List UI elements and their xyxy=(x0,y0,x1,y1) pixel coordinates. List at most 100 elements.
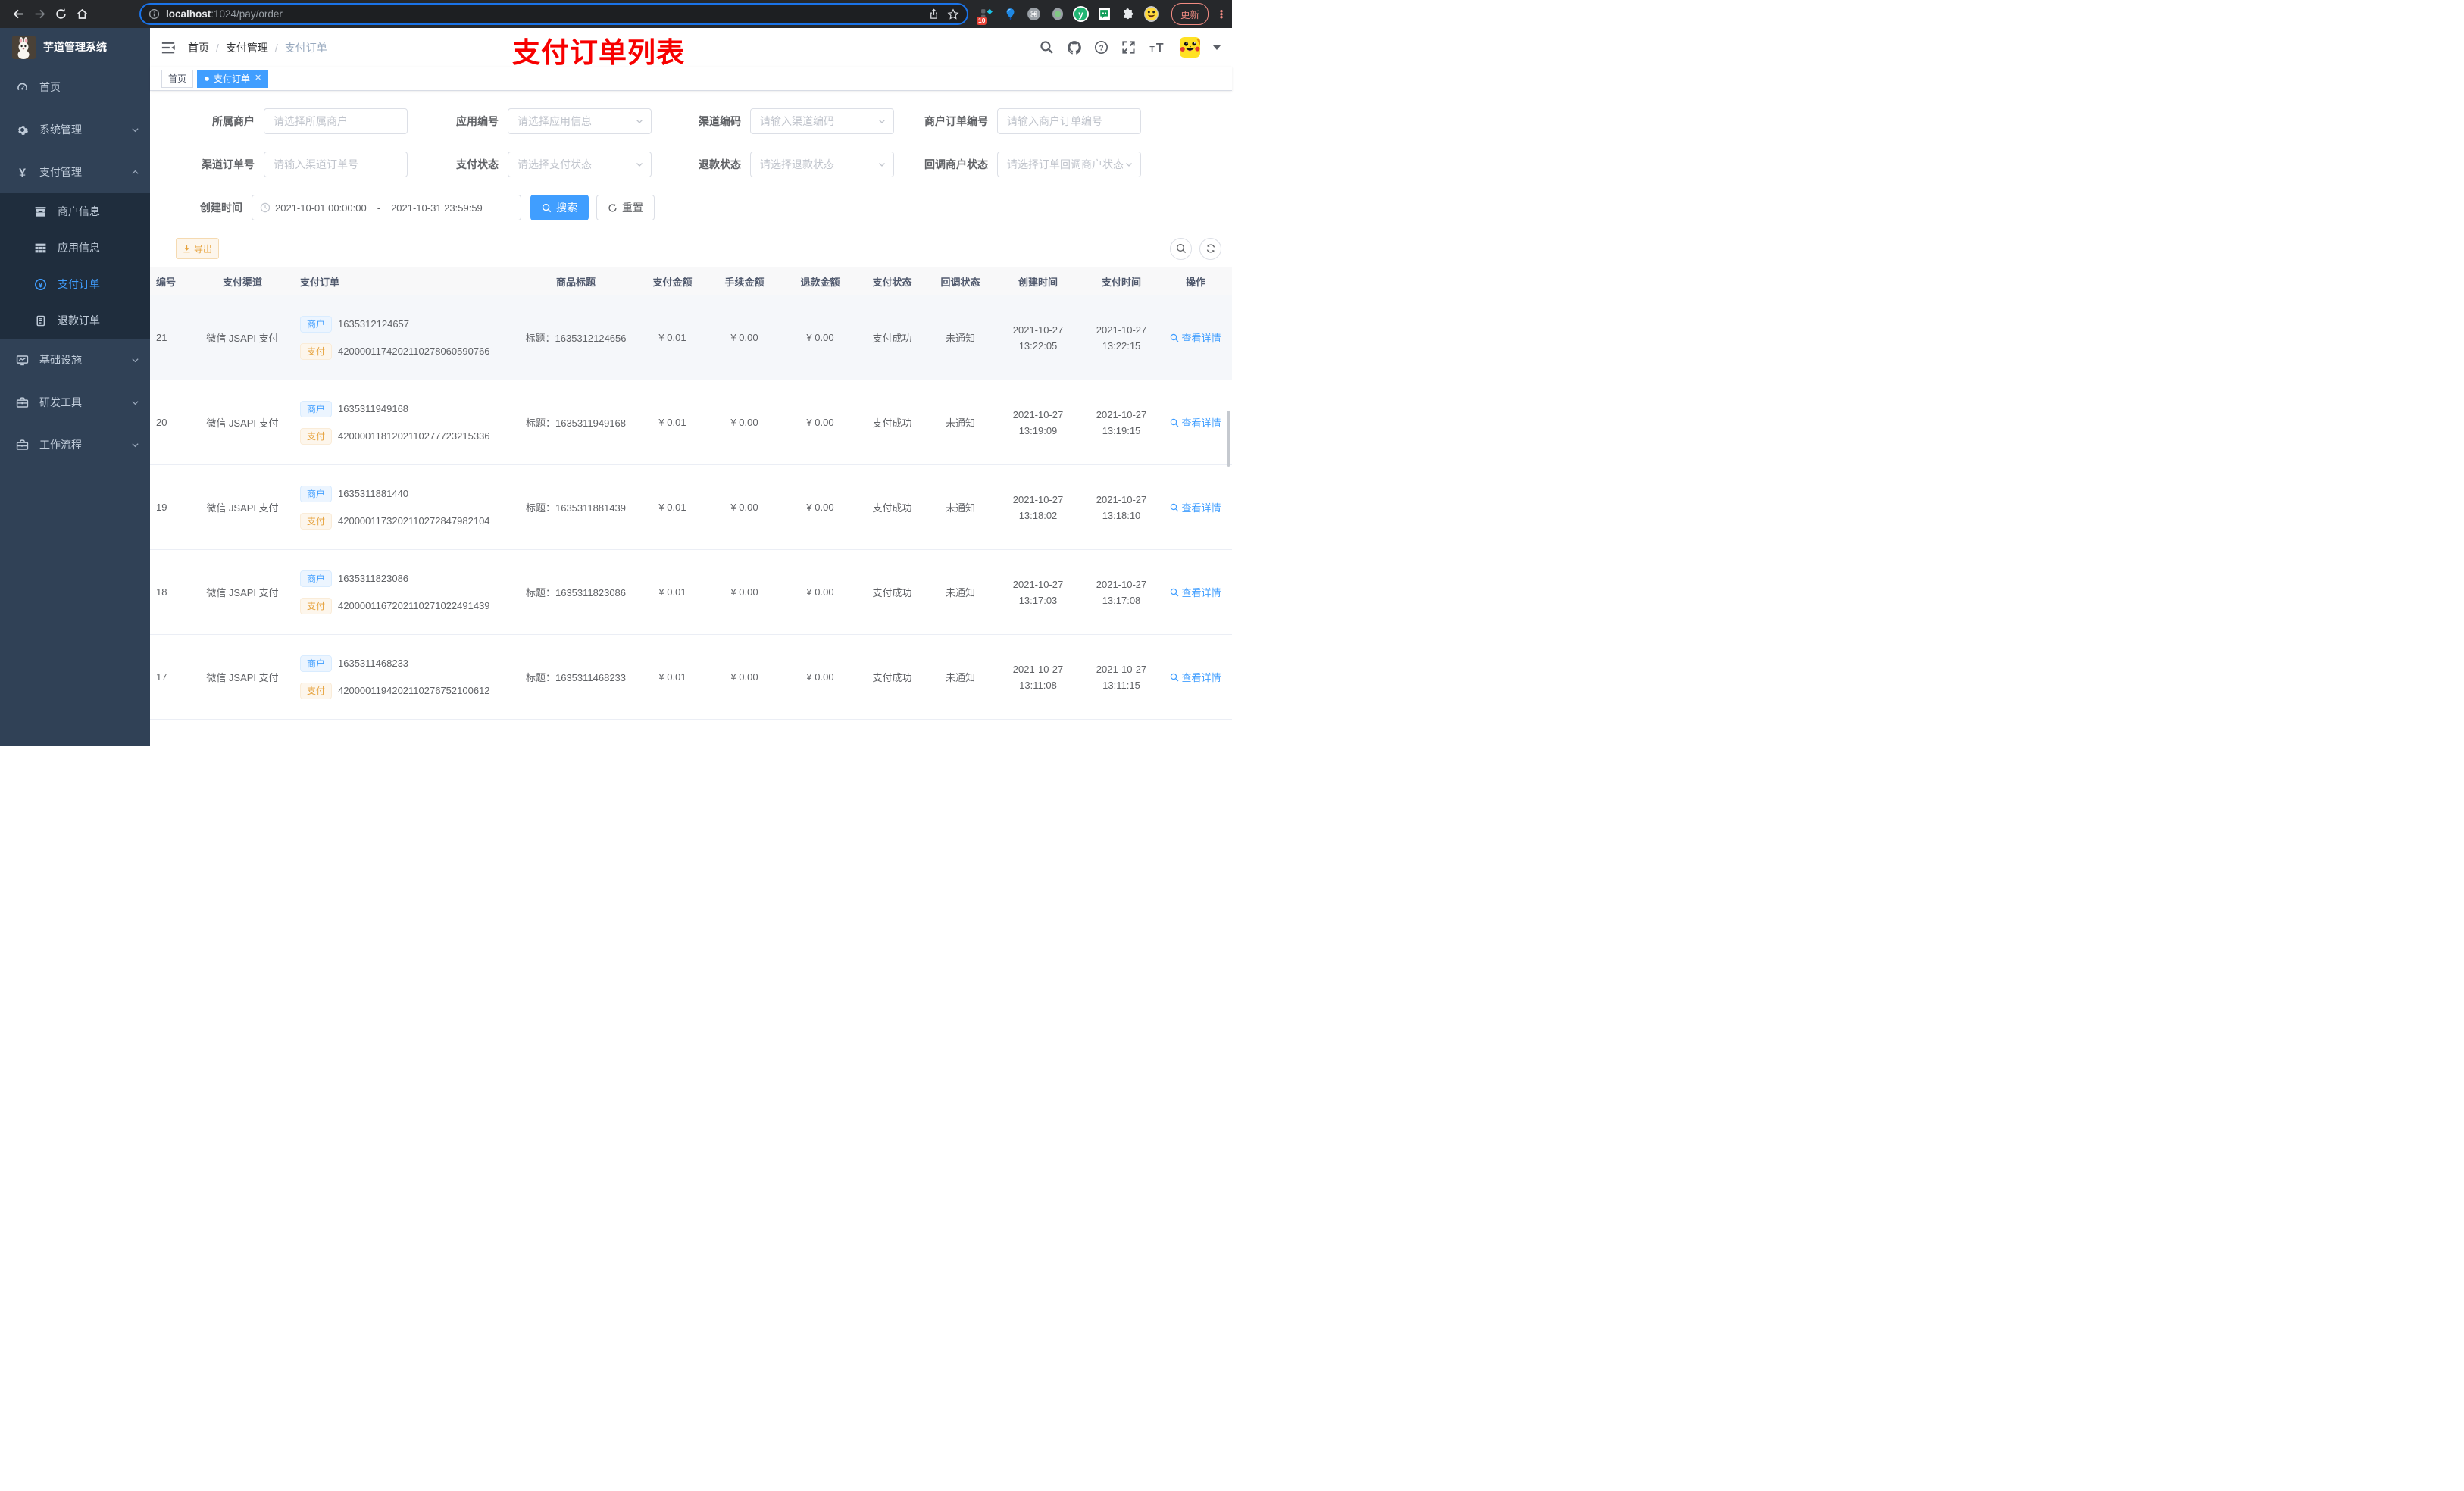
cell-action[interactable]: 查看详情 xyxy=(1159,500,1232,514)
github-icon[interactable] xyxy=(1067,40,1081,55)
view-detail-link[interactable]: 查看详情 xyxy=(1170,330,1221,345)
tab-0[interactable]: 首页 xyxy=(161,69,194,88)
cell-refund: ¥ 0.00 xyxy=(806,332,834,343)
sidebar-toggle-icon[interactable] xyxy=(161,40,176,55)
text-input[interactable]: 请输入渠道订单号 xyxy=(264,152,408,177)
view-detail-link[interactable]: 查看详情 xyxy=(1170,415,1221,430)
export-button[interactable]: 导出 xyxy=(176,238,220,259)
extension-dot-icon[interactable] xyxy=(1049,5,1066,23)
cell-order-no: 商户 1635312124657 支付 42000011742021102780605… xyxy=(295,315,511,360)
cell-refund: ¥ 0.00 xyxy=(806,417,834,428)
view-detail-link[interactable]: 查看详情 xyxy=(1170,585,1221,599)
help-icon[interactable]: ? xyxy=(1094,40,1108,55)
tab-close-icon[interactable]: ✕ xyxy=(255,74,261,83)
user-avatar[interactable] xyxy=(1180,37,1200,58)
sidebar-subitem-label: 支付订单 xyxy=(58,278,100,290)
cell-action[interactable]: 查看详情 xyxy=(1159,415,1232,430)
home-button[interactable] xyxy=(71,4,92,25)
select-input[interactable]: 请选择应用信息 xyxy=(508,108,652,134)
reload-button[interactable] xyxy=(50,4,71,25)
select-input[interactable]: 请选择订单回调商户状态 xyxy=(997,152,1141,177)
show-search-button[interactable] xyxy=(1170,237,1192,260)
sidebar-item-1[interactable]: 系统管理 xyxy=(0,108,150,151)
cell-action[interactable]: 查看详情 xyxy=(1159,330,1232,345)
filter-row-1: 渠道订单号 请输入渠道订单号 支付状态 请选择支付状态 退款状态 请选择退款状态 回调商户状… xyxy=(150,152,1232,177)
sidebar-subitem-1[interactable]: 应用信息 xyxy=(0,230,150,266)
cell-action[interactable]: 查看详情 xyxy=(1159,670,1232,684)
cell-channel: 微信 JSAPI 支付 xyxy=(206,333,279,344)
sidebar-submenu: 商户信息 应用信息 ¥ 支付订单退款订单 xyxy=(0,193,150,339)
shop-icon xyxy=(34,205,47,218)
text-input[interactable]: 请选择所属商户 xyxy=(264,108,408,134)
extension-y-icon[interactable]: y xyxy=(1073,5,1090,23)
share-icon[interactable] xyxy=(928,8,940,20)
font-size-icon[interactable]: TT xyxy=(1149,40,1167,55)
cell-id: 19 xyxy=(156,502,167,513)
sidebar-item-3[interactable]: 基础设施 xyxy=(0,339,150,381)
address-bar[interactable]: localhost:1024/pay/order xyxy=(139,3,968,25)
chevron-down-icon xyxy=(131,399,139,407)
column-header-1: 支付渠道 xyxy=(222,276,262,288)
cell-notify-status: 未通知 xyxy=(945,672,975,683)
merchant-tag: 商户 xyxy=(300,570,333,587)
view-detail-link[interactable]: 查看详情 xyxy=(1170,500,1221,514)
sidebar-item-0[interactable]: 首页 xyxy=(0,66,150,108)
header-search-icon[interactable] xyxy=(1040,40,1054,55)
cell-paid-time: 2021-10-27 13:22:15 xyxy=(1096,324,1147,352)
monitor-icon xyxy=(16,354,29,367)
search-button[interactable]: 搜索 xyxy=(530,195,589,220)
sidebar-subitem-2[interactable]: ¥ 支付订单 xyxy=(0,266,150,302)
select-input[interactable]: 请选择退款状态 xyxy=(750,152,894,177)
date-range-input[interactable]: 2021-10-01 00:00:00 - 2021-10-31 23:59:5… xyxy=(252,195,521,220)
reset-button[interactable]: 重置 xyxy=(596,195,655,220)
cell-order-no: 商户 1635311881440 支付 42000011732021102728479… xyxy=(295,485,511,530)
extension-balloon-icon[interactable] xyxy=(1002,5,1019,23)
sidebar-item-5[interactable]: 工作流程 xyxy=(0,424,150,466)
cell-channel: 微信 JSAPI 支付 xyxy=(206,672,279,683)
magnifier-icon xyxy=(1170,503,1179,512)
table-row: 19 微信 JSAPI 支付 商户 1635311881440 支付 4200001173… xyxy=(150,465,1232,550)
extension-chat-icon[interactable] xyxy=(1096,5,1113,23)
cell-fee: ¥ 0.00 xyxy=(730,586,758,598)
extension-command-icon[interactable]: ⌘ xyxy=(1026,5,1043,23)
svg-text:T: T xyxy=(1149,45,1155,54)
cell-status: 支付成功 xyxy=(872,587,912,599)
fullscreen-icon[interactable] xyxy=(1121,40,1136,55)
placeholder-text: 请输入渠道订单号 xyxy=(274,158,358,170)
refresh-table-button[interactable] xyxy=(1199,237,1221,260)
breadcrumb-item-0[interactable]: 首页 xyxy=(188,40,209,55)
extension-boxes-icon[interactable]: 10 xyxy=(976,5,996,25)
tab-1[interactable]: 支付订单 ✕ xyxy=(197,69,269,88)
cell-paid-time: 2021-10-27 13:19:15 xyxy=(1096,408,1147,436)
browser-menu-icon[interactable]: • • • xyxy=(1218,6,1224,22)
select-input[interactable]: 请输入渠道编码 xyxy=(750,108,894,134)
extensions-area: 10 ⌘ y 更新 • • • xyxy=(976,3,1224,25)
cell-amount: ¥ 0.01 xyxy=(658,332,686,343)
pay-tag: 支付 xyxy=(300,682,333,699)
breadcrumb-item-1[interactable]: 支付管理 xyxy=(226,40,268,55)
forward-button[interactable] xyxy=(29,4,50,25)
breadcrumb-separator: / xyxy=(216,41,219,54)
sidebar-item-2[interactable]: ¥ 支付管理 xyxy=(0,151,150,193)
sidebar-subitem-0[interactable]: 商户信息 xyxy=(0,193,150,230)
field-label: 回调商户状态 xyxy=(924,158,988,170)
cell-action[interactable]: 查看详情 xyxy=(1159,585,1232,599)
yen-circle-icon: ¥ xyxy=(34,278,47,291)
app-logo[interactable]: 芋道管理系统 xyxy=(0,28,150,66)
browser-update-button[interactable]: 更新 xyxy=(1171,3,1209,25)
sidebar-item-4[interactable]: 研发工具 xyxy=(0,381,150,424)
select-input[interactable]: 请选择支付状态 xyxy=(508,152,652,177)
site-info-icon[interactable] xyxy=(149,8,160,20)
sidebar-subitem-3[interactable]: 退款订单 xyxy=(0,302,150,339)
app-title: 芋道管理系统 xyxy=(43,41,107,53)
view-detail-link[interactable]: 查看详情 xyxy=(1170,670,1221,684)
extension-smiley-icon[interactable] xyxy=(1143,5,1160,23)
extension-puzzle-icon[interactable] xyxy=(1120,5,1137,23)
grid-icon xyxy=(34,242,47,255)
page-scrollbar[interactable] xyxy=(1227,411,1230,467)
back-button[interactable] xyxy=(8,4,29,25)
bookmark-star-icon[interactable] xyxy=(947,8,959,20)
text-input[interactable]: 请输入商户订单编号 xyxy=(997,108,1141,134)
avatar-dropdown-icon[interactable] xyxy=(1213,45,1221,50)
pay-order-line: 支付 4200001173202110272847982104 xyxy=(300,512,490,530)
